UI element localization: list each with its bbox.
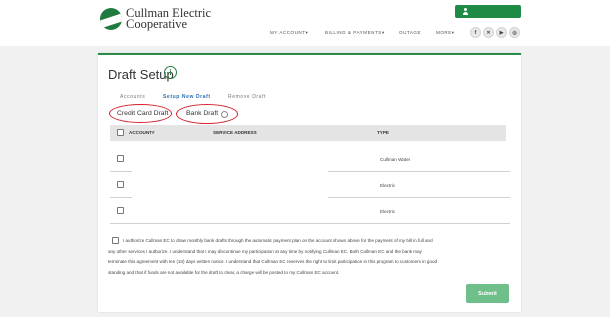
tab-accounts[interactable]: Accounts [120,94,145,100]
instagram-icon[interactable]: ◎ [509,27,520,38]
nav-billing-payments[interactable]: BILLING & PAYMENTS▾ [325,30,385,36]
column-header-type: TYPE [377,130,389,135]
authorization-line: terminate this agreement with ten (10) d… [108,259,438,264]
row-divider [328,197,510,198]
row-divider [328,171,510,172]
row-type: Cullman Water [380,157,411,162]
submit-button[interactable]: Submit [466,284,509,303]
logo-text: Cullman Electric Cooperative [126,7,211,31]
nav-my-account[interactable]: MY ACCOUNT▾ [270,30,308,36]
site-header: Cullman Electric Cooperative MY ACCOUNT▾… [0,0,610,46]
authorization-text: I authorize Cullman EC to draw monthly b… [108,236,508,278]
info-icon[interactable]: i [164,66,177,79]
authorization-line: I authorize Cullman EC to draw monthly b… [123,238,433,243]
row-checkbox[interactable] [117,155,124,162]
logo-mark-icon [100,8,122,30]
tab-remove-draft[interactable]: Remove Draft [228,94,266,100]
select-all-checkbox[interactable] [117,129,124,136]
table-header [110,125,506,141]
youtube-icon[interactable]: ▶ [496,27,507,38]
tab-setup-new-draft[interactable]: Setup New Draft [163,94,211,100]
annotation-circle-credit-card [109,104,172,123]
nav-outage[interactable]: OUTAGE [399,30,421,35]
authorization-line: standing and that if funds are not avail… [108,269,340,275]
logo-text-line2: Cooperative [126,17,188,31]
row-divider [110,171,132,172]
account-button[interactable] [455,5,521,18]
column-header-service-address: SERVICE ADDRESS [213,130,257,135]
row-type: Electric [380,183,396,188]
row-type: Electric [380,209,396,214]
annotation-circle-bank-draft [176,104,238,124]
twitter-icon[interactable]: ✕ [483,27,494,38]
row-divider [110,223,510,224]
authorization-line: any other services I authorize. I unders… [108,248,422,254]
nav-more[interactable]: MORE▾ [436,30,455,36]
facebook-icon[interactable]: f [470,27,481,38]
row-checkbox[interactable] [117,181,124,188]
row-checkbox[interactable] [117,207,124,214]
column-header-account: ACCOUNT# [129,130,155,135]
user-icon [462,8,469,15]
row-divider [110,197,132,198]
site-logo[interactable]: Cullman Electric Cooperative [100,7,211,31]
